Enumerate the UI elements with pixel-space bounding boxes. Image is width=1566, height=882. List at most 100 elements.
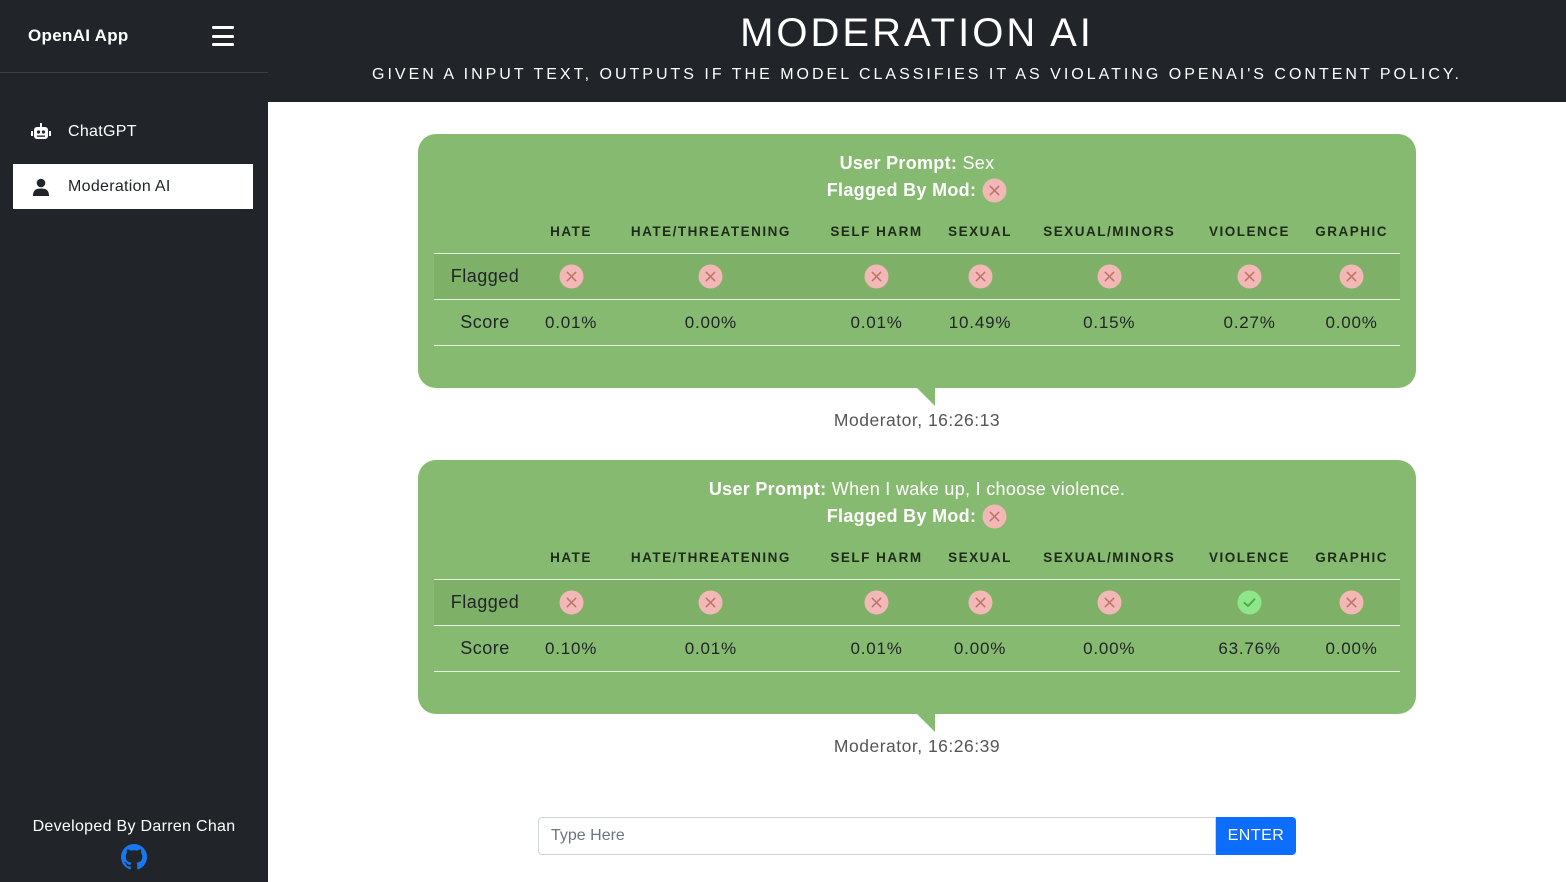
chat-main: User Prompt: Sex Flagged By Mod: HATE HATE/… — [268, 102, 1566, 882]
flagged-by-mod-label: Flagged By Mod: — [826, 180, 977, 200]
message-bubble: User Prompt: When I wake up, I choose vi… — [418, 460, 1416, 732]
x-circle-icon — [968, 264, 993, 289]
column-header: SEXUAL/MINORS — [1022, 535, 1196, 580]
flag-cell — [937, 579, 1023, 626]
table-header-empty — [434, 209, 536, 254]
row-label-score: Score — [434, 625, 536, 672]
x-circle-icon — [698, 264, 723, 289]
score-cell: 0.01% — [536, 299, 607, 346]
x-circle-icon — [1339, 264, 1364, 289]
x-circle-icon — [968, 590, 993, 615]
sidebar-item-label: Moderation AI — [68, 177, 171, 195]
sidebar-brand: OpenAI App — [0, 0, 268, 73]
flag-cell — [536, 579, 607, 626]
x-circle-icon — [982, 504, 1007, 529]
flag-cell — [1195, 253, 1304, 300]
x-circle-icon — [698, 590, 723, 615]
column-header: HATE/THREATENING — [606, 209, 816, 254]
brand-title: OpenAI App — [28, 26, 129, 45]
score-cell: 0.00% — [1022, 625, 1196, 672]
message-meta: Moderator, 16:26:13 — [833, 410, 1001, 430]
score-cell: 0.15% — [1022, 299, 1196, 346]
score-cell: 0.00% — [1303, 625, 1400, 672]
table-header-empty — [434, 535, 536, 580]
user-prompt-label: User Prompt: — [708, 479, 827, 499]
score-cell: 0.01% — [815, 625, 938, 672]
column-header: VIOLENCE — [1195, 209, 1304, 254]
flag-cell — [536, 253, 607, 300]
github-icon[interactable] — [121, 844, 147, 870]
message-meta: Moderator, 16:26:39 — [833, 736, 1001, 756]
moderation-table: HATE HATE/THREATENING SELF HARM SEXUAL SEXUA… — [434, 209, 1400, 346]
flag-cell — [937, 253, 1023, 300]
score-cell: 0.00% — [606, 299, 816, 346]
score-cell: 0.27% — [1195, 299, 1304, 346]
user-prompt-line: User Prompt: When I wake up, I choose vi… — [434, 476, 1400, 503]
moderation-message: User Prompt: When I wake up, I choose vi… — [418, 460, 1416, 757]
score-cell: 0.00% — [1303, 299, 1400, 346]
column-header: GRAPHIC — [1303, 535, 1400, 580]
flag-cell — [815, 253, 938, 300]
flag-cell — [1303, 253, 1400, 300]
page-title: MODERATION AI — [740, 11, 1094, 55]
moderation-message: User Prompt: Sex Flagged By Mod: HATE HATE/… — [418, 134, 1416, 431]
row-label-score: Score — [434, 299, 536, 346]
table-header-row: HATE HATE/THREATENING SELF HARM SEXUAL SEXUA… — [434, 535, 1400, 580]
user-prompt-text: Sex — [962, 153, 995, 173]
page-header: MODERATION AI Given a input text, output… — [268, 0, 1566, 102]
flag-cell — [1303, 579, 1400, 626]
sidebar-item-moderation-ai[interactable]: Moderation AI — [13, 164, 253, 209]
score-cell: 0.01% — [815, 299, 938, 346]
score-cell: 0.00% — [937, 625, 1023, 672]
table-header-row: HATE HATE/THREATENING SELF HARM SEXUAL SEXUA… — [434, 209, 1400, 254]
column-header: SELF HARM — [815, 535, 938, 580]
x-circle-icon — [982, 178, 1007, 203]
table-row-flagged: Flagged — [434, 579, 1400, 626]
column-header: SEXUAL — [937, 209, 1023, 254]
app-root: OpenAI App ChatGPT Moderation AI Develop… — [0, 0, 1566, 882]
score-cell: 0.10% — [536, 625, 607, 672]
column-header: VIOLENCE — [1195, 535, 1304, 580]
x-circle-icon — [1339, 590, 1364, 615]
sidebar: OpenAI App ChatGPT Moderation AI Develop… — [0, 0, 268, 882]
developer-credit: Developed By Darren Chan — [32, 818, 236, 835]
check-icon — [1237, 590, 1262, 615]
flag-cell — [606, 253, 816, 300]
table-row-score: Score 0.01% 0.00% 0.01% 10.49% 0.15% 0.27% 0.00… — [434, 299, 1400, 346]
column-header: SEXUAL/MINORS — [1022, 209, 1196, 254]
flagged-by-mod-label: Flagged By Mod: — [826, 506, 977, 526]
flag-cell — [1022, 253, 1196, 300]
x-circle-icon — [1097, 264, 1122, 289]
score-cell: 0.01% — [606, 625, 816, 672]
robot-icon — [31, 122, 51, 142]
sidebar-footer: Developed By Darren Chan — [0, 818, 268, 870]
flagged-by-mod-line: Flagged By Mod: — [434, 503, 1400, 529]
score-cell: 63.76% — [1195, 625, 1304, 672]
x-circle-icon — [1237, 264, 1262, 289]
column-header: SEXUAL — [937, 535, 1023, 580]
score-cell: 10.49% — [937, 299, 1023, 346]
flagged-by-mod-line: Flagged By Mod: — [434, 177, 1400, 203]
column-header: GRAPHIC — [1303, 209, 1400, 254]
table-row-flagged: Flagged — [434, 253, 1400, 300]
sidebar-nav: ChatGPT Moderation AI — [13, 109, 253, 219]
x-circle-icon — [559, 264, 584, 289]
prompt-input[interactable] — [538, 817, 1216, 855]
user-prompt-line: User Prompt: Sex — [434, 150, 1400, 177]
enter-button[interactable]: ENTER — [1216, 817, 1296, 855]
hamburger-menu-icon[interactable] — [212, 26, 234, 46]
column-header: SELF HARM — [815, 209, 938, 254]
x-circle-icon — [559, 590, 584, 615]
flag-cell — [815, 579, 938, 626]
x-circle-icon — [1097, 590, 1122, 615]
sidebar-item-chatgpt[interactable]: ChatGPT — [13, 109, 253, 154]
flag-cell — [1195, 579, 1304, 626]
moderation-table: HATE HATE/THREATENING SELF HARM SEXUAL SEXUA… — [434, 535, 1400, 672]
x-circle-icon — [864, 590, 889, 615]
row-label-flagged: Flagged — [434, 253, 536, 300]
page-subtitle: Given a input text, outputs if the model… — [372, 66, 1462, 83]
sidebar-item-label: ChatGPT — [68, 122, 137, 140]
x-circle-icon — [864, 264, 889, 289]
flag-cell — [1022, 579, 1196, 626]
user-prompt-label: User Prompt: — [839, 153, 958, 173]
